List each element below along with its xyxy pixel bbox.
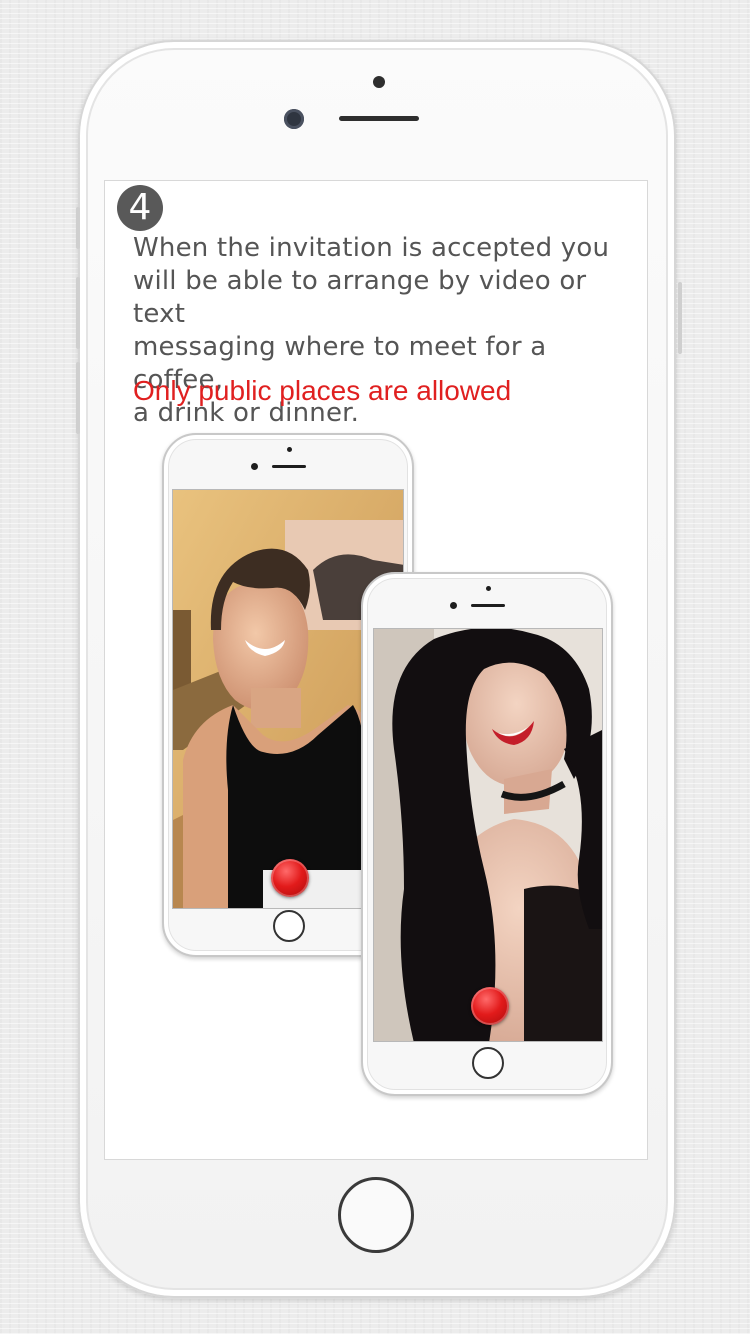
home-button-icon <box>338 1177 414 1253</box>
front-camera-icon <box>450 602 457 609</box>
home-button-icon <box>472 1047 504 1079</box>
step-number-badge: 4 <box>117 185 163 231</box>
earpiece-speaker <box>471 604 505 607</box>
record-button-icon[interactable] <box>471 987 509 1025</box>
instruction-line-1: When the invitation is accepted you <box>133 233 610 263</box>
earpiece-speaker <box>339 116 419 121</box>
instruction-line-2: will be able to arrange by video or text <box>133 266 587 329</box>
public-places-notice: Only public places are allowed <box>133 375 512 406</box>
proximity-sensor <box>486 586 491 591</box>
proximity-sensor <box>287 447 292 452</box>
record-button-icon[interactable] <box>271 859 309 897</box>
volume-down-button <box>76 362 80 434</box>
woman-selfie-image <box>374 629 602 1041</box>
earpiece-speaker <box>272 465 306 468</box>
mute-switch <box>76 207 80 249</box>
power-button <box>678 282 682 354</box>
volume-up-button <box>76 277 80 349</box>
front-camera-icon <box>284 109 304 129</box>
video-call-phone-woman <box>361 572 613 1096</box>
front-camera-icon <box>251 463 258 470</box>
video-feed-woman <box>373 628 603 1042</box>
home-button-icon <box>273 910 305 942</box>
proximity-sensor <box>373 76 385 88</box>
